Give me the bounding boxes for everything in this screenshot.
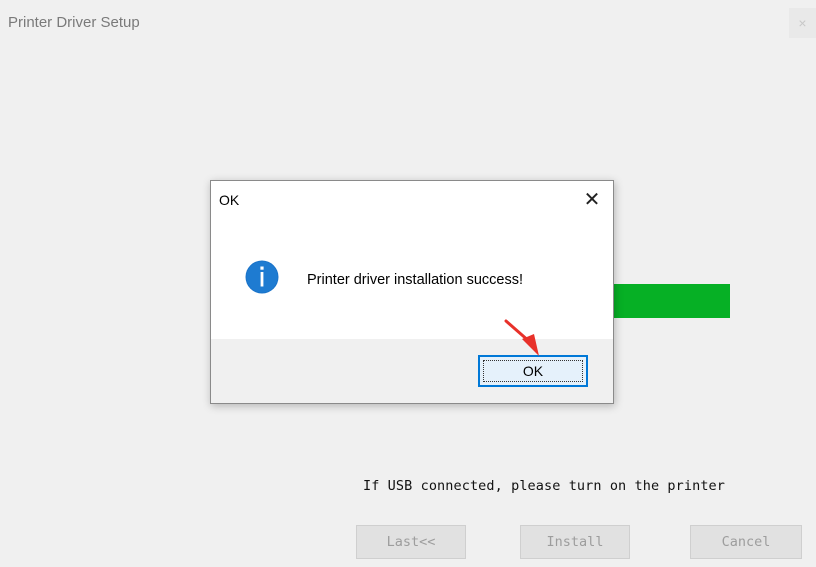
info-icon: [245, 260, 279, 294]
window-title: Printer Driver Setup: [8, 14, 140, 31]
install-button[interactable]: Install: [520, 525, 630, 559]
dialog-footer: OK: [211, 339, 613, 403]
last-button[interactable]: Last<<: [356, 525, 466, 559]
progress-bar-fill: [610, 284, 730, 318]
message-dialog: OK ✕ Printer driver installation success…: [210, 180, 614, 404]
window-close-button[interactable]: ×: [789, 8, 816, 38]
dialog-title: OK: [219, 192, 240, 208]
dialog-message: Printer driver installation success!: [307, 272, 523, 288]
status-text: If USB connected, please turn on the pri…: [363, 478, 726, 494]
ok-button-focus-ring: [483, 360, 583, 382]
red-arrow-icon: [504, 319, 539, 356]
dialog-close-button[interactable]: ✕: [581, 189, 603, 211]
cancel-button[interactable]: Cancel: [690, 525, 802, 559]
